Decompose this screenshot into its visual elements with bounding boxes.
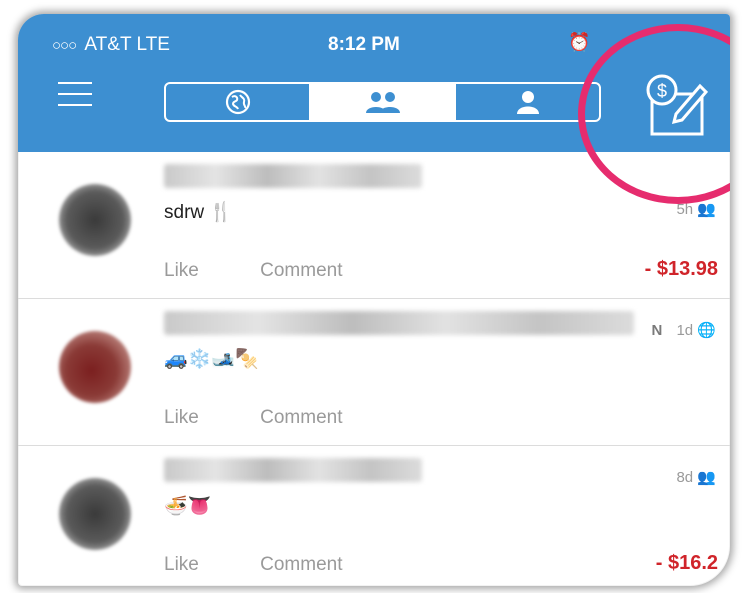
transaction-amount: - $16.2 bbox=[655, 552, 718, 574]
action-row: Like Comment bbox=[164, 407, 399, 429]
phone-screen: ○○○ AT&T LTE 8:12 PM ⏰ $ sdrw 🍴 5h 👥 Lik… bbox=[18, 14, 730, 586]
avatar[interactable] bbox=[59, 478, 131, 550]
friends-icon: 👥 bbox=[697, 201, 716, 218]
user-name-visible-tail: N bbox=[651, 322, 663, 339]
comment-button[interactable]: Comment bbox=[260, 260, 342, 281]
action-row: Like Comment bbox=[164, 554, 399, 576]
list-item[interactable]: M N 1d 🌐 🚙❄️🎿🍢 Like Comment bbox=[18, 299, 730, 446]
status-time: 8:12 PM bbox=[328, 34, 400, 55]
avatar[interactable] bbox=[59, 184, 131, 256]
carrier-label: ○○○ AT&T LTE bbox=[52, 34, 170, 56]
action-row: Like Comment bbox=[164, 260, 399, 282]
menu-icon[interactable] bbox=[58, 82, 92, 108]
signal-dots-icon: ○○○ bbox=[52, 37, 77, 54]
transaction-description: sdrw 🍴 bbox=[164, 202, 234, 223]
comment-button[interactable]: Comment bbox=[260, 407, 342, 428]
alarm-icon: ⏰ bbox=[568, 32, 591, 52]
transaction-meta: 8d 👥 bbox=[676, 469, 716, 486]
friends-icon: 👥 bbox=[697, 469, 716, 486]
transaction-description: 🚙❄️🎿🍢 bbox=[164, 349, 259, 370]
user-name-blurred[interactable]: M bbox=[164, 311, 634, 335]
carrier-text: AT&T LTE bbox=[84, 34, 170, 55]
globe-icon bbox=[225, 89, 250, 115]
avatar[interactable] bbox=[59, 331, 131, 403]
transaction-description: 🍜👅 bbox=[164, 496, 212, 517]
user-name-blurred[interactable]: Y bbox=[164, 458, 422, 482]
like-button[interactable]: Like bbox=[164, 407, 199, 428]
tab-friends[interactable] bbox=[311, 84, 456, 120]
feed-scope-segmented-control bbox=[164, 82, 601, 122]
person-icon bbox=[516, 91, 539, 114]
tab-public[interactable] bbox=[166, 84, 311, 120]
globe-icon: 🌐 bbox=[697, 322, 716, 339]
user-name-blurred[interactable]: Y bbox=[164, 164, 422, 188]
comment-button[interactable]: Comment bbox=[260, 554, 342, 575]
list-item[interactable]: Y 8d 👥 🍜👅 Like Comment - $16.2 bbox=[18, 446, 730, 586]
like-button[interactable]: Like bbox=[164, 260, 199, 281]
like-button[interactable]: Like bbox=[164, 554, 199, 575]
transaction-amount: - $13.98 bbox=[644, 258, 718, 280]
transaction-meta: N 1d 🌐 bbox=[651, 322, 716, 339]
friends-icon bbox=[365, 92, 400, 113]
transaction-feed: Y sdrw 🍴 5h 👥 Like Comment - $13.98 M N bbox=[18, 152, 730, 586]
